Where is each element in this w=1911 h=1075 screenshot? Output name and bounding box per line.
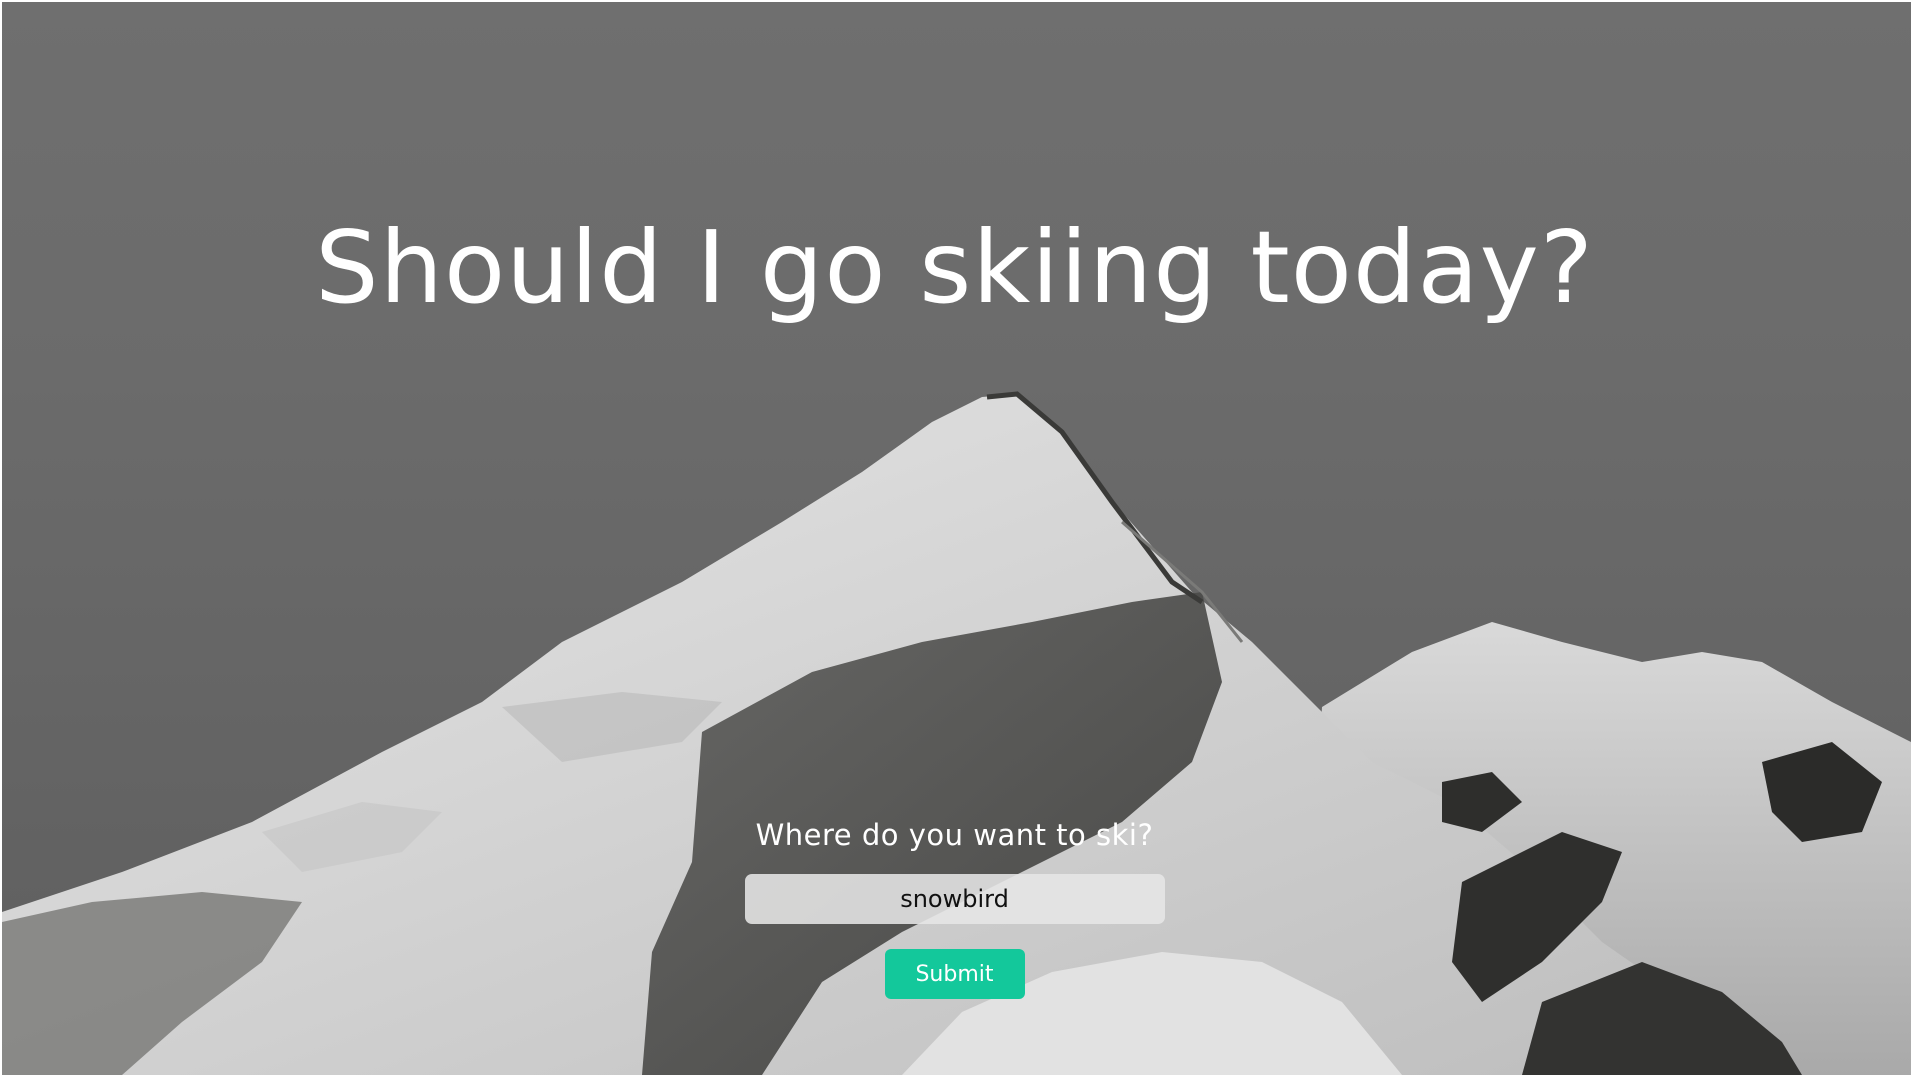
location-prompt: Where do you want to ski?: [755, 818, 1154, 852]
location-input[interactable]: [744, 874, 1165, 924]
location-form: Where do you want to ski? Submit: [0, 815, 1909, 999]
page-title: Should I go skiing today?: [315, 209, 1594, 326]
ski-app-page: Should I go skiing today? Where do you w…: [0, 0, 1911, 1075]
submit-button[interactable]: Submit: [884, 949, 1025, 999]
